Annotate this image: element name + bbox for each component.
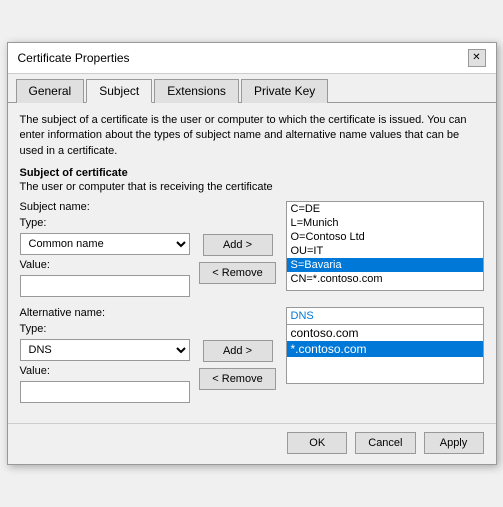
list-item[interactable]: OU=IT (287, 244, 483, 258)
dialog-content: The subject of a certificate is the user… (8, 103, 496, 423)
tab-subject[interactable]: Subject (86, 79, 152, 103)
alternative-name-left: Alternative name: Type: DNS Email UPN IP… (20, 307, 190, 403)
tab-extensions[interactable]: Extensions (154, 79, 239, 103)
list-item[interactable]: L=Munich (287, 216, 483, 230)
alt-name-type-select[interactable]: DNS Email UPN IP Address URL (20, 339, 190, 361)
subject-of-cert-subtitle: The user or computer that is receiving t… (20, 181, 484, 193)
subject-name-section: Subject name: Type: Common name Organiza… (20, 201, 484, 297)
subject-of-cert-title: Subject of certificate (20, 167, 484, 179)
subject-name-type-select[interactable]: Common name Organization Organizational … (20, 233, 190, 255)
subject-name-mid: Add > < Remove (198, 201, 278, 297)
alt-name-listbox[interactable]: contoso.com *.contoso.com (286, 324, 484, 384)
list-item[interactable]: O=Contoso Ltd (287, 230, 483, 244)
subject-name-type-label: Type: (20, 217, 190, 229)
alt-name-add-button[interactable]: Add > (203, 340, 273, 362)
tab-bar: General Subject Extensions Private Key (8, 74, 496, 103)
title-bar: Certificate Properties ✕ (8, 43, 496, 74)
certificate-properties-dialog: Certificate Properties ✕ General Subject… (7, 42, 497, 465)
subject-name-left: Subject name: Type: Common name Organiza… (20, 201, 190, 297)
list-item[interactable]: *.contoso.com (287, 341, 483, 357)
subject-name-add-button[interactable]: Add > (203, 234, 273, 256)
list-item[interactable]: S=Bavaria (287, 258, 483, 272)
ok-button[interactable]: OK (287, 432, 347, 454)
dialog-title: Certificate Properties (18, 51, 130, 65)
dns-header-label: DNS (286, 307, 484, 324)
apply-button[interactable]: Apply (424, 432, 484, 454)
alt-name-remove-button[interactable]: < Remove (199, 368, 275, 390)
subject-name-remove-button[interactable]: < Remove (199, 262, 275, 284)
close-button[interactable]: ✕ (468, 49, 486, 67)
alternative-name-mid: Add > < Remove (198, 307, 278, 403)
tab-general[interactable]: General (16, 79, 85, 103)
alt-name-value-label: Value: (20, 365, 190, 377)
cancel-button[interactable]: Cancel (355, 432, 415, 454)
tab-private-key[interactable]: Private Key (241, 79, 328, 103)
alt-name-group-label: Alternative name: (20, 307, 190, 319)
list-item[interactable]: CN=*.contoso.com (287, 272, 483, 286)
alt-name-value-input[interactable] (20, 381, 190, 403)
subject-name-value-label: Value: (20, 259, 190, 271)
list-item[interactable]: contoso.com (287, 325, 483, 341)
alternative-name-section: Alternative name: Type: DNS Email UPN IP… (20, 307, 484, 403)
alt-name-type-label: Type: (20, 323, 190, 335)
list-item[interactable]: C=DE (287, 202, 483, 216)
alternative-name-right: DNS contoso.com *.contoso.com (286, 307, 484, 403)
subject-name-group-label: Subject name: (20, 201, 190, 213)
subject-name-value-input[interactable] (20, 275, 190, 297)
subject-name-listbox[interactable]: C=DE L=Munich O=Contoso Ltd OU=IT S=Bava… (286, 201, 484, 291)
subject-name-right: C=DE L=Munich O=Contoso Ltd OU=IT S=Bava… (286, 201, 484, 297)
dialog-footer: OK Cancel Apply (8, 423, 496, 464)
info-text: The subject of a certificate is the user… (20, 113, 484, 159)
